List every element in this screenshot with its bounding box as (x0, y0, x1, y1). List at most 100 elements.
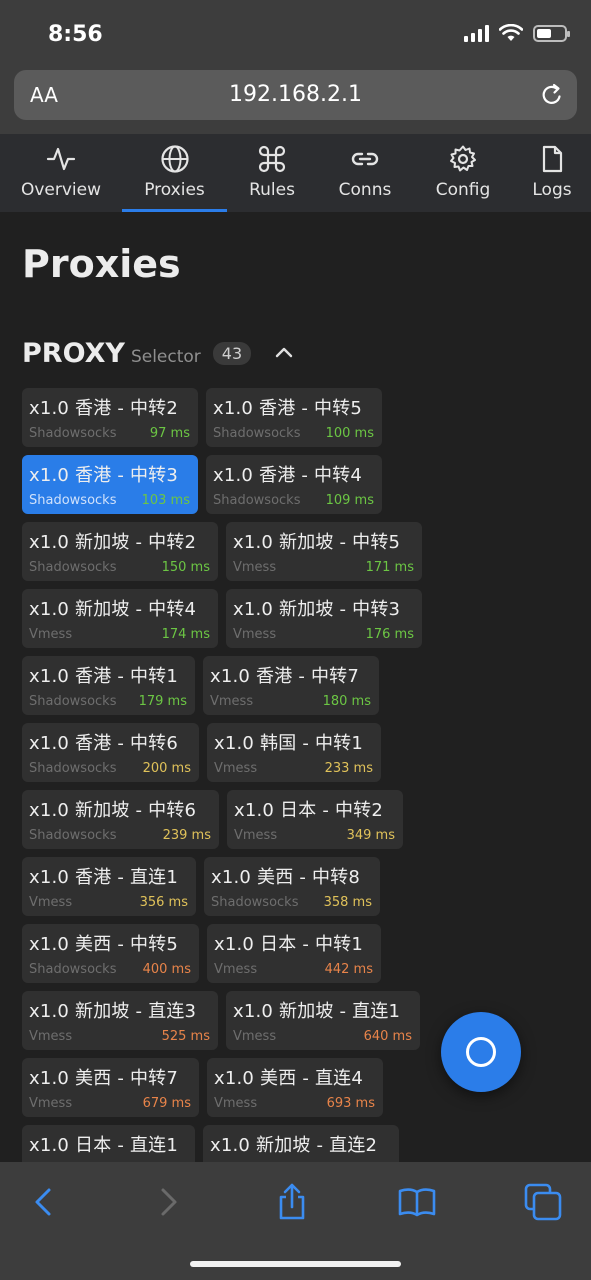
proxy-name: x1.0 日本 - 直连1 (29, 1135, 178, 1156)
proxy-card[interactable]: x1.0 香港 - 中转4 Shadowsocks 109 ms (206, 455, 382, 514)
page-title: Proxies (22, 242, 181, 286)
proxy-type: Vmess (29, 1029, 73, 1044)
proxy-name: x1.0 新加坡 - 中转3 (233, 599, 401, 620)
proxy-latency: 103 ms (141, 493, 190, 508)
proxy-meta: Vmess 233 ms (214, 761, 373, 776)
proxy-latency: 239 ms (162, 828, 211, 843)
tab-config[interactable]: Config (413, 134, 513, 212)
tab-label: Config (435, 180, 491, 200)
latency-test-button[interactable] (441, 1012, 521, 1092)
forward-icon[interactable] (148, 1182, 188, 1222)
group-name: PROXY (22, 338, 125, 369)
proxy-card[interactable]: x1.0 香港 - 中转1 Shadowsocks 179 ms (22, 656, 195, 715)
tab-proxies[interactable]: Proxies (122, 134, 227, 212)
proxy-latency: 150 ms (161, 560, 210, 575)
proxy-card[interactable]: x1.0 美西 - 中转8 Shadowsocks 358 ms (204, 857, 380, 916)
reload-icon[interactable] (539, 82, 565, 108)
proxy-row: x1.0 香港 - 中转1 Shadowsocks 179 ms x1.0 香港 -… (22, 656, 422, 715)
proxy-row: x1.0 香港 - 直连1 Vmess 356 ms x1.0 美西 - 中转8 Sh… (22, 857, 422, 916)
tab-rules[interactable]: Rules (227, 134, 317, 212)
proxy-latency: 442 ms (324, 962, 373, 977)
tab-conns[interactable]: Conns (317, 134, 413, 212)
tab-logs[interactable]: Logs (513, 134, 591, 212)
status-icons (464, 24, 570, 42)
proxy-card[interactable]: x1.0 韩国 - 中转1 Vmess 233 ms (207, 723, 381, 782)
proxy-type: Vmess (233, 560, 277, 575)
proxy-name: x1.0 新加坡 - 中转2 (29, 532, 197, 553)
proxy-meta: Shadowsocks 179 ms (29, 694, 187, 709)
proxy-type: Vmess (234, 828, 278, 843)
proxy-type: Shadowsocks (29, 560, 117, 575)
proxy-card[interactable]: x1.0 美西 - 直连4 Vmess 693 ms (207, 1058, 383, 1117)
proxy-card[interactable]: x1.0 香港 - 中转5 Shadowsocks 100 ms (206, 388, 382, 447)
address-bar[interactable]: AA 192.168.2.1 (14, 70, 577, 120)
proxy-row: x1.0 香港 - 中转2 Shadowsocks 97 ms x1.0 香港 - … (22, 388, 422, 447)
chevron-up-icon[interactable] (273, 342, 295, 364)
proxy-type: Vmess (233, 1029, 277, 1044)
proxy-type: Vmess (29, 627, 73, 642)
proxy-meta: Vmess 180 ms (210, 694, 371, 709)
proxy-card[interactable]: x1.0 新加坡 - 直连1 Vmess 640 ms (226, 991, 420, 1050)
proxy-name: x1.0 日本 - 中转1 (214, 934, 363, 955)
proxy-meta: Vmess 442 ms (214, 962, 373, 977)
proxy-card[interactable]: x1.0 日本 - 中转2 Vmess 349 ms (227, 790, 403, 849)
browser-address-area: AA 192.168.2.1 (0, 68, 591, 134)
proxy-type: Vmess (214, 962, 258, 977)
proxy-card[interactable]: x1.0 新加坡 - 中转5 Vmess 171 ms (226, 522, 422, 581)
proxy-meta: Vmess 349 ms (234, 828, 395, 843)
tabs-icon[interactable] (523, 1182, 563, 1222)
proxy-row: x1.0 香港 - 中转3 Shadowsocks 103 ms x1.0 香港 -… (22, 455, 422, 514)
proxy-meta: Shadowsocks 97 ms (29, 426, 190, 441)
proxy-card[interactable]: x1.0 美西 - 中转7 Vmess 679 ms (22, 1058, 199, 1117)
proxy-latency: 171 ms (365, 560, 414, 575)
activity-icon (46, 147, 76, 171)
wifi-icon (499, 24, 523, 41)
back-icon[interactable] (24, 1182, 64, 1222)
status-time: 8:56 (48, 22, 103, 47)
proxy-meta: Vmess 679 ms (29, 1096, 191, 1111)
proxy-card[interactable]: x1.0 新加坡 - 直连3 Vmess 525 ms (22, 991, 218, 1050)
proxy-name: x1.0 新加坡 - 直连2 (210, 1135, 378, 1156)
proxy-card[interactable]: x1.0 香港 - 中转7 Vmess 180 ms (203, 656, 379, 715)
proxy-card[interactable]: x1.0 新加坡 - 中转6 Shadowsocks 239 ms (22, 790, 219, 849)
proxy-card[interactable]: x1.0 香港 - 中转2 Shadowsocks 97 ms (22, 388, 198, 447)
proxy-card[interactable]: x1.0 香港 - 直连1 Vmess 356 ms (22, 857, 196, 916)
proxy-card[interactable]: x1.0 香港 - 中转3 Shadowsocks 103 ms (22, 455, 198, 514)
proxy-card[interactable]: x1.0 美西 - 中转5 Shadowsocks 400 ms (22, 924, 199, 983)
proxy-latency: 525 ms (161, 1029, 210, 1044)
proxy-row: x1.0 日本 - 直连1 x1.0 新加坡 - 直连2 (22, 1125, 422, 1162)
bookmarks-icon[interactable] (397, 1182, 437, 1222)
proxy-type: Shadowsocks (29, 493, 117, 508)
proxy-name: x1.0 新加坡 - 中转4 (29, 599, 197, 620)
status-bar: 8:56 (0, 0, 591, 68)
proxy-card[interactable]: x1.0 新加坡 - 中转3 Vmess 176 ms (226, 589, 422, 648)
proxy-card[interactable]: x1.0 新加坡 - 中转2 Shadowsocks 150 ms (22, 522, 218, 581)
tab-label: Proxies (144, 180, 205, 200)
proxy-card[interactable]: x1.0 日本 - 直连1 (22, 1125, 195, 1162)
proxy-name: x1.0 新加坡 - 中转6 (29, 800, 197, 821)
proxy-latency: 97 ms (149, 426, 190, 441)
proxy-card[interactable]: x1.0 日本 - 中转1 Vmess 442 ms (207, 924, 381, 983)
proxy-type: Shadowsocks (213, 426, 301, 441)
proxy-card[interactable]: x1.0 新加坡 - 中转4 Vmess 174 ms (22, 589, 218, 648)
proxy-name: x1.0 美西 - 直连4 (214, 1068, 363, 1089)
proxy-name: x1.0 美西 - 中转7 (29, 1068, 178, 1089)
main-nav: Overview Proxies Rules Conns Config Logs (0, 134, 591, 212)
proxy-list: x1.0 香港 - 中转2 Shadowsocks 97 ms x1.0 香港 - … (22, 388, 422, 1162)
proxy-row: x1.0 美西 - 中转5 Shadowsocks 400 ms x1.0 日本 -… (22, 924, 422, 983)
proxy-meta: Vmess 176 ms (233, 627, 414, 642)
proxy-type: Shadowsocks (29, 828, 117, 843)
proxy-name: x1.0 新加坡 - 中转5 (233, 532, 401, 553)
tab-overview[interactable]: Overview (0, 134, 122, 212)
proxy-meta: Shadowsocks 109 ms (213, 493, 374, 508)
proxy-card[interactable]: x1.0 香港 - 中转6 Shadowsocks 200 ms (22, 723, 199, 782)
url-text[interactable]: 192.168.2.1 (14, 82, 577, 107)
proxy-name: x1.0 香港 - 中转1 (29, 666, 178, 687)
proxy-latency: 180 ms (322, 694, 371, 709)
proxy-name: x1.0 美西 - 中转8 (211, 867, 360, 888)
proxy-latency: 176 ms (365, 627, 414, 642)
proxy-latency: 400 ms (142, 962, 191, 977)
proxy-card[interactable]: x1.0 新加坡 - 直连2 (203, 1125, 399, 1162)
share-icon[interactable] (272, 1182, 312, 1222)
proxy-type: Vmess (214, 761, 258, 776)
